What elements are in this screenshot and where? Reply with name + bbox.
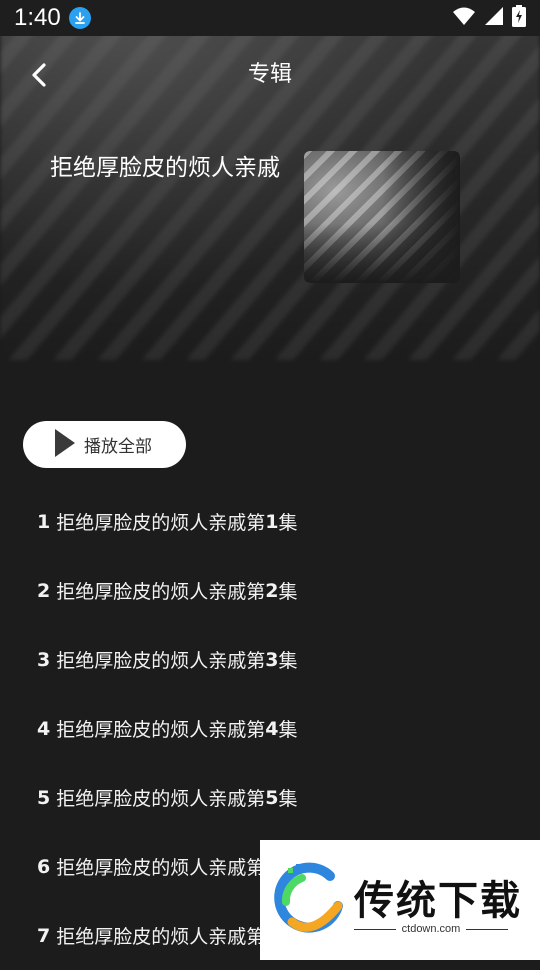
list-item[interactable]: 1 拒绝厚脸皮的烦人亲戚第 1 集 xyxy=(0,487,540,556)
album-cover xyxy=(304,151,460,283)
episode-title: 拒绝厚脸皮的烦人亲戚第 xyxy=(56,719,266,741)
list-item[interactable]: 5 拒绝厚脸皮的烦人亲戚第 5 集 xyxy=(0,763,540,832)
episode-index: 4 xyxy=(265,717,279,740)
episode-suffix: 集 xyxy=(278,719,298,741)
status-bar: 1:40 xyxy=(0,0,540,36)
episode-number: 3 xyxy=(37,648,51,671)
list-item[interactable]: 4 拒绝厚脸皮的烦人亲戚第 4 集 xyxy=(0,694,540,763)
watermark-overlay: 传统下载 ctdown.com xyxy=(260,840,540,960)
episode-suffix: 集 xyxy=(278,650,298,672)
wifi-icon xyxy=(452,6,476,30)
episode-suffix: 集 xyxy=(278,788,298,810)
list-item[interactable]: 2 拒绝厚脸皮的烦人亲戚第 2 集 xyxy=(0,556,540,625)
episode-title: 拒绝厚脸皮的烦人亲戚第 xyxy=(56,650,266,672)
battery-charging-icon xyxy=(512,5,526,31)
episode-title: 拒绝厚脸皮的烦人亲戚第 xyxy=(56,512,266,534)
episode-number: 1 xyxy=(37,510,51,533)
download-icon xyxy=(68,7,91,29)
brand-logo-icon xyxy=(272,862,348,938)
episode-number: 6 xyxy=(37,855,51,878)
episode-number: 4 xyxy=(37,717,51,740)
status-time: 1:40 xyxy=(14,4,61,31)
watermark-divider-right xyxy=(466,929,508,930)
play-icon xyxy=(53,428,77,462)
episode-index: 1 xyxy=(265,510,279,533)
episode-title: 拒绝厚脸皮的烦人亲戚第 xyxy=(56,788,266,810)
watermark-title: 传统下载 xyxy=(354,878,522,924)
episode-suffix: 集 xyxy=(278,581,298,603)
episode-title: 拒绝厚脸皮的烦人亲戚第 xyxy=(56,857,266,879)
episode-title: 拒绝厚脸皮的烦人亲戚第 xyxy=(56,926,266,948)
episode-index: 3 xyxy=(265,648,279,671)
episode-number: 7 xyxy=(37,924,51,947)
episode-number: 5 xyxy=(37,786,51,809)
episode-suffix: 集 xyxy=(278,512,298,534)
album-name: 拒绝厚脸皮的烦人亲戚 xyxy=(50,155,280,181)
play-all-label: 播放全部 xyxy=(84,437,152,457)
page-title: 专辑 xyxy=(247,62,292,87)
episode-number: 2 xyxy=(37,579,51,602)
episode-title: 拒绝厚脸皮的烦人亲戚第 xyxy=(56,581,266,603)
list-item[interactable]: 3 拒绝厚脸皮的烦人亲戚第 3 集 xyxy=(0,625,540,694)
episode-index: 5 xyxy=(265,786,279,809)
signal-icon xyxy=(484,6,504,30)
episode-index: 2 xyxy=(265,579,279,602)
status-icons xyxy=(452,5,526,31)
play-all-button[interactable]: 播放全部 xyxy=(23,421,186,468)
top-app-bar: 专辑 xyxy=(0,50,540,100)
